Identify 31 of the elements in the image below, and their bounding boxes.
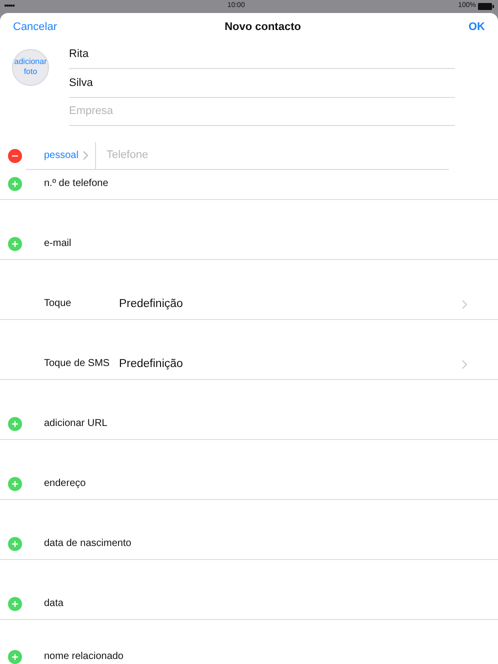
add-icon[interactable] bbox=[8, 177, 22, 191]
phone-field[interactable]: Telefone bbox=[106, 147, 449, 164]
ok-button[interactable]: OK bbox=[468, 19, 485, 36]
cancel-button[interactable]: Cancelar bbox=[13, 19, 58, 36]
add-field-label[interactable]: adicionar URL bbox=[44, 417, 108, 431]
add-icon[interactable] bbox=[8, 237, 22, 251]
add-icon[interactable] bbox=[8, 477, 22, 491]
remove-icon[interactable] bbox=[8, 149, 22, 163]
setting-value[interactable]: Predefinição bbox=[119, 357, 462, 371]
add-icon[interactable] bbox=[8, 417, 22, 431]
add-field-label[interactable]: n.º de telefone bbox=[44, 177, 108, 191]
add-icon[interactable] bbox=[8, 597, 22, 611]
battery-icon bbox=[478, 2, 494, 10]
add-field-label[interactable]: nome relacionado bbox=[44, 650, 124, 664]
setting-label: Toque de SMS bbox=[44, 357, 111, 371]
add-field-label[interactable]: data bbox=[44, 597, 64, 611]
add-field-label[interactable]: endereço bbox=[44, 477, 86, 491]
add-icon[interactable] bbox=[8, 650, 22, 664]
setting-label: Toque bbox=[44, 297, 72, 311]
name-field[interactable]: Silva bbox=[69, 69, 455, 98]
chevron-icon bbox=[462, 300, 467, 308]
chevron-icon bbox=[83, 151, 88, 160]
add-field-label[interactable]: e-mail bbox=[44, 237, 72, 251]
add-field-label[interactable]: data de nascimento bbox=[44, 537, 132, 551]
chevron-icon bbox=[462, 360, 467, 368]
setting-value[interactable]: Predefinição bbox=[119, 297, 462, 311]
phone-type-button[interactable]: pessoal bbox=[44, 148, 78, 163]
sheet-title: Novo contacto bbox=[224, 20, 301, 36]
name-field[interactable]: Rita bbox=[69, 40, 455, 69]
add-icon[interactable] bbox=[8, 537, 22, 551]
name-field[interactable]: Empresa bbox=[69, 98, 455, 126]
